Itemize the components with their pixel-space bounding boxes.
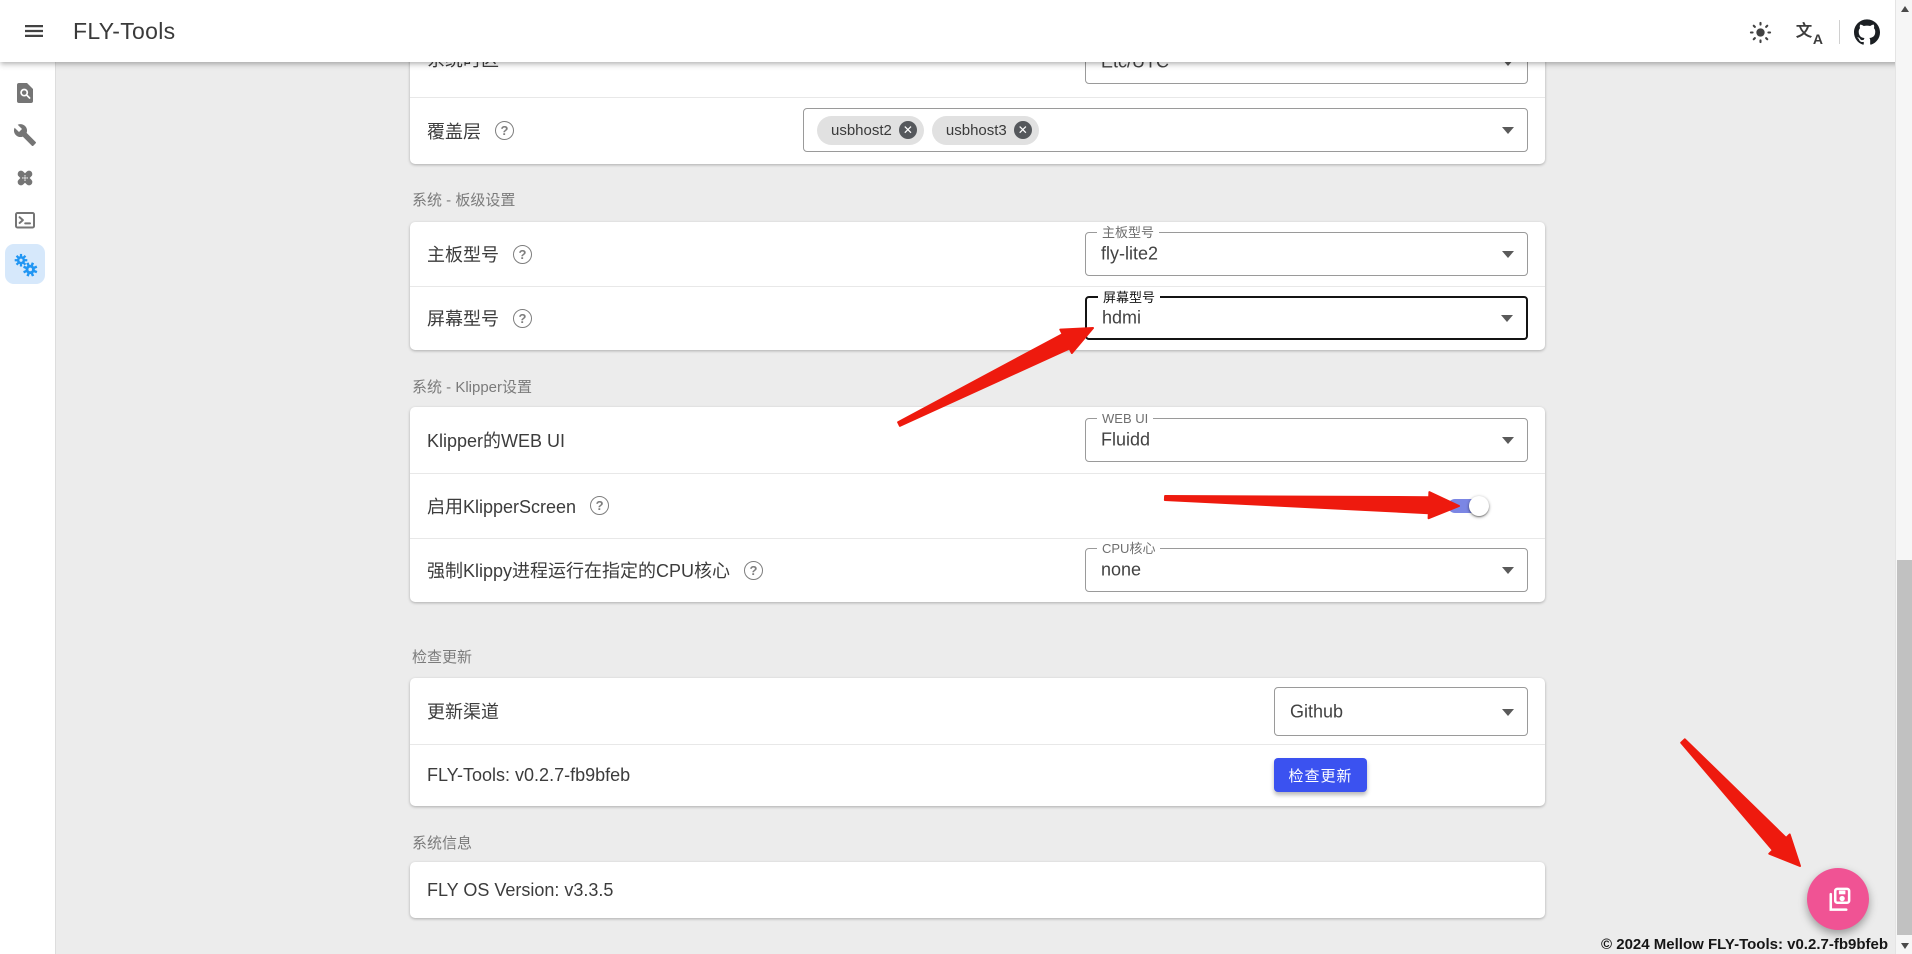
- menu-button[interactable]: [12, 9, 56, 53]
- help-icon[interactable]: ?: [513, 245, 532, 264]
- help-icon[interactable]: ?: [590, 496, 609, 515]
- scrollbar-thumb[interactable]: [1897, 560, 1912, 935]
- web-ui-label: Klipper的WEB UI: [427, 427, 565, 453]
- update-channel-select[interactable]: Github: [1274, 687, 1528, 736]
- appbar-divider: [1839, 20, 1840, 44]
- footer-copyright: © 2024 Mellow FLY-Tools: v0.2.7-fb9bfeb: [1601, 937, 1888, 953]
- web-ui-select[interactable]: WEB UI Fluidd: [1085, 418, 1528, 462]
- section-title-sysinfo: 系统信息: [412, 835, 472, 853]
- divider: [410, 286, 1545, 287]
- chevron-down-icon: [1502, 127, 1514, 134]
- sidebar-item-file-search[interactable]: [5, 73, 45, 113]
- cpu-core-label: 强制Klippy进程运行在指定的CPU核心: [427, 557, 730, 583]
- row-current-version: FLY-Tools: v0.2.7-fb9bfeb: [427, 744, 630, 806]
- chip-label: usbhost3: [946, 122, 1007, 139]
- triangle-up-icon: [1901, 6, 1909, 12]
- chevron-down-icon: [1502, 567, 1514, 574]
- board-model-select[interactable]: 主板型号 fly-lite2: [1085, 232, 1528, 276]
- chip-usbhost3[interactable]: usbhost3 ✕: [932, 116, 1039, 145]
- divider: [410, 97, 1545, 98]
- scrollbar-down-arrow[interactable]: [1896, 937, 1912, 954]
- current-version-label: FLY-Tools: v0.2.7-fb9bfeb: [427, 765, 630, 786]
- update-channel-select-value: Github: [1290, 701, 1343, 722]
- klipperscreen-label: 启用KlipperScreen: [427, 493, 576, 519]
- web-ui-select-value: Fluidd: [1101, 430, 1150, 451]
- section-title-klipper: 系统 - Klipper设置: [412, 379, 532, 397]
- cpu-core-select[interactable]: CPU核心 none: [1085, 548, 1528, 592]
- settings-gears-icon: [12, 251, 39, 278]
- scrollbar[interactable]: [1895, 0, 1912, 954]
- theme-toggle-button[interactable]: [1738, 10, 1782, 54]
- board-model-select-label: 主板型号: [1097, 224, 1159, 241]
- help-icon[interactable]: ?: [744, 561, 763, 580]
- chip-remove-icon[interactable]: ✕: [899, 121, 917, 139]
- card-update: 更新渠道 Github FLY-Tools: v0.2.7-fb9bfeb 检查…: [410, 678, 1545, 806]
- translate-icon: 文A: [1796, 19, 1824, 45]
- row-board-model: 主板型号 ?: [427, 222, 532, 286]
- row-update-channel: 更新渠道: [427, 678, 499, 744]
- overlays-label: 覆盖层: [427, 118, 481, 144]
- chevron-down-icon: [1502, 437, 1514, 444]
- overlays-combobox[interactable]: usbhost2 ✕ usbhost3 ✕: [803, 108, 1528, 152]
- section-title-updates: 检查更新: [412, 649, 472, 667]
- scrollbar-up-arrow[interactable]: [1896, 0, 1912, 17]
- cpu-core-select-value: none: [1101, 560, 1141, 581]
- row-web-ui: Klipper的WEB UI: [427, 407, 565, 473]
- appbar: FLY-Tools 文A: [0, 0, 1912, 62]
- fly-tools-settings-page: 系统时区 Etc/UTC 覆盖层 ? usbhost2 ✕ usbhost3 ✕…: [0, 0, 1912, 954]
- terminal-icon: [13, 208, 37, 232]
- card-klipper-settings: Klipper的WEB UI WEB UI Fluidd 启用KlipperSc…: [410, 407, 1545, 602]
- wrench-icon: [13, 123, 37, 147]
- row-cpu-core: 强制Klippy进程运行在指定的CPU核心 ?: [427, 538, 763, 602]
- update-channel-label: 更新渠道: [427, 698, 499, 724]
- screen-model-select[interactable]: 屏幕型号 hdmi: [1085, 296, 1528, 340]
- brightness-icon: [1748, 20, 1773, 45]
- card-system-info: FLY OS Version: v3.3.5: [410, 862, 1545, 918]
- board-model-label: 主板型号: [427, 241, 499, 267]
- sidebar-item-repair[interactable]: [5, 158, 45, 198]
- help-icon[interactable]: ?: [513, 309, 532, 328]
- file-search-icon: [13, 81, 37, 105]
- sidebar-item-settings[interactable]: [5, 244, 45, 284]
- section-title-board: 系统 - 板级设置: [412, 192, 515, 210]
- check-update-button[interactable]: 检查更新: [1274, 758, 1367, 792]
- save-all-fab[interactable]: [1807, 868, 1869, 930]
- row-os-version: FLY OS Version: v3.3.5: [427, 862, 613, 918]
- triangle-down-icon: [1901, 943, 1909, 949]
- row-klipperscreen: 启用KlipperScreen ?: [427, 473, 609, 538]
- arrow-to-fab: [1681, 739, 1800, 866]
- help-icon[interactable]: ?: [495, 121, 514, 140]
- screen-model-label: 屏幕型号: [427, 305, 499, 331]
- sidebar: [0, 62, 56, 954]
- hamburger-icon: [22, 19, 46, 43]
- chip-label: usbhost2: [831, 122, 892, 139]
- card-board-settings: 主板型号 ? 主板型号 fly-lite2 屏幕型号 ? 屏幕型号 hdmi: [410, 222, 1545, 350]
- board-model-select-value: fly-lite2: [1101, 244, 1158, 265]
- save-all-icon: [1824, 885, 1853, 914]
- row-overlays: 覆盖层 ?: [427, 97, 514, 164]
- web-ui-select-label: WEB UI: [1097, 410, 1153, 427]
- screen-model-select-label: 屏幕型号: [1098, 289, 1160, 306]
- screen-model-select-value: hdmi: [1102, 308, 1141, 329]
- row-screen-model: 屏幕型号 ?: [427, 286, 532, 350]
- chip-usbhost2[interactable]: usbhost2 ✕: [817, 116, 924, 145]
- chevron-down-icon: [1501, 315, 1513, 322]
- bandage-icon: [13, 166, 37, 190]
- app-title: FLY-Tools: [73, 18, 175, 45]
- cpu-core-select-label: CPU核心: [1097, 540, 1160, 557]
- chevron-down-icon: [1502, 709, 1514, 716]
- sidebar-item-tools[interactable]: [5, 115, 45, 155]
- toggle-thumb[interactable]: [1469, 496, 1489, 516]
- chevron-down-icon: [1502, 251, 1514, 258]
- github-link[interactable]: [1845, 10, 1889, 54]
- sidebar-item-terminal[interactable]: [5, 200, 45, 240]
- chip-remove-icon[interactable]: ✕: [1014, 121, 1032, 139]
- github-icon: [1854, 19, 1880, 45]
- language-button[interactable]: 文A: [1788, 10, 1832, 54]
- os-version-text: FLY OS Version: v3.3.5: [427, 880, 613, 901]
